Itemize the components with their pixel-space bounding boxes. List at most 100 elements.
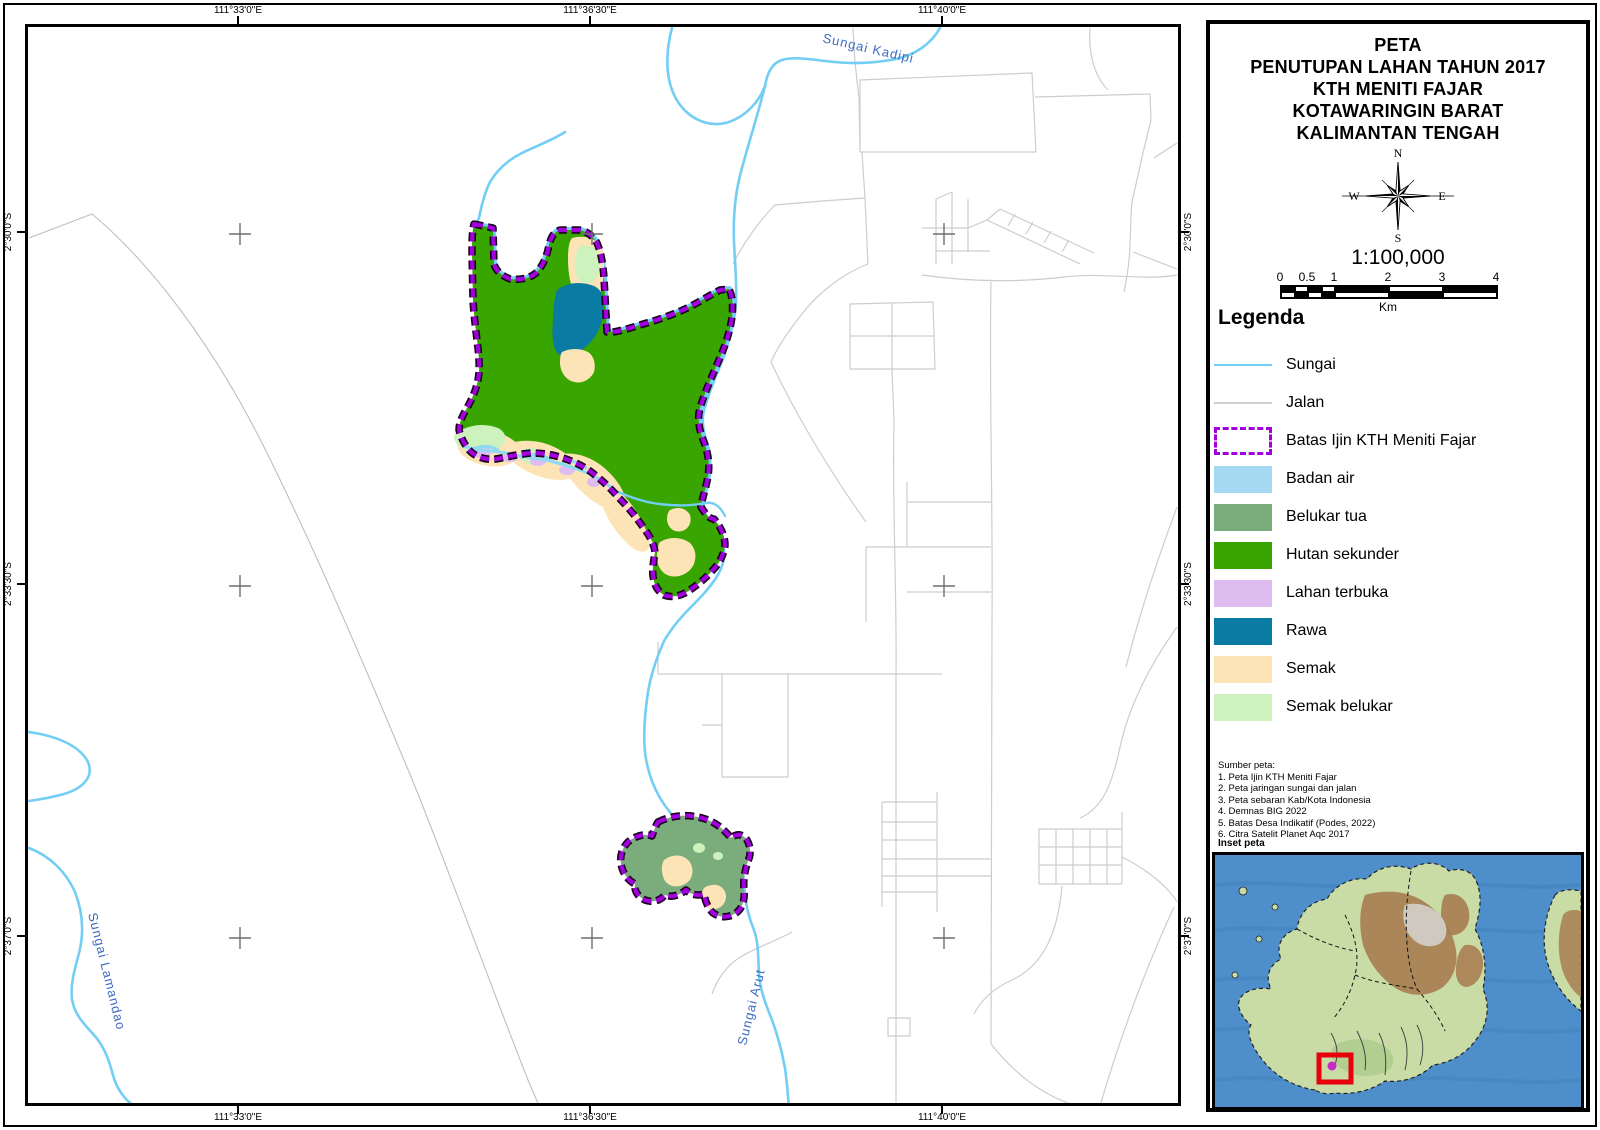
legend-label: Lahan terbuka — [1286, 584, 1388, 602]
river-north — [667, 28, 765, 124]
main-map-frame: Sungai Kadipi Sungai Lamandao Sungai Aru… — [25, 24, 1181, 1106]
legend-line — [1214, 364, 1272, 366]
inset-heading: Inset peta — [1218, 838, 1265, 849]
graticule-tick — [17, 231, 25, 233]
dashed-outline-icon — [1214, 427, 1272, 455]
legend-swatch — [1214, 694, 1272, 721]
sources-item: 4. Demnas BIG 2022 — [1218, 806, 1375, 818]
graticule-tick — [17, 935, 25, 937]
legend-row: Jalan — [1214, 384, 1582, 422]
legend-dashed-outline — [1214, 427, 1272, 455]
legend-label: Batas Ijin KTH Meniti Fajar — [1286, 432, 1476, 450]
river-lamandao-bend — [29, 732, 90, 801]
graticule-x-label: 111°33'0"E — [168, 5, 308, 16]
scale-bar-cell — [1295, 292, 1309, 298]
map-title-line: PETA — [1210, 34, 1586, 56]
map-title-line: KALIMANTAN TENGAH — [1210, 122, 1586, 144]
scale-bar-unit: Km — [1280, 300, 1496, 314]
inset-kth-dot — [1328, 1062, 1337, 1071]
scale-bar-label: 4 — [1493, 270, 1500, 284]
scale-bar-graphic — [1280, 285, 1498, 299]
graticule-tick — [1181, 583, 1189, 585]
scale-bar-cell — [1322, 292, 1336, 298]
graticule-y-label: 2°37'0"S — [3, 901, 17, 971]
fill-icon — [1214, 504, 1272, 531]
fill-icon — [1214, 466, 1272, 493]
graticule-y-label: 2°33'30"S — [3, 549, 17, 619]
legend-line — [1214, 402, 1272, 404]
legend-row: Hutan sekunder — [1214, 536, 1582, 574]
river-lamandao — [29, 848, 138, 1103]
legend-label: Jalan — [1286, 394, 1324, 412]
map-layout-page: Sungai Kadipi Sungai Lamandao Sungai Aru… — [0, 0, 1600, 1130]
legend-label: Hutan sekunder — [1286, 546, 1399, 564]
fill-icon — [1214, 580, 1272, 607]
compass-e-label: E — [1438, 189, 1445, 203]
scale-bar-row — [1281, 292, 1497, 298]
legend-swatch — [1214, 580, 1272, 607]
graticule-tick — [17, 583, 25, 585]
legend-swatch — [1214, 504, 1272, 531]
river-label-kadipi: Sungai Kadipi — [821, 30, 915, 66]
legend-swatch — [1214, 466, 1272, 493]
info-panel: PETAPENUTUPAN LAHAN TAHUN 2017KTH MENITI… — [1206, 20, 1590, 1112]
graticule-tick — [1181, 231, 1189, 233]
graticule-tick — [589, 1106, 591, 1114]
scale-bar-label: 0 — [1277, 270, 1284, 284]
inset-map-canvas — [1215, 855, 1581, 1107]
map-title-line: KOTAWARINGIN BARAT — [1210, 100, 1586, 122]
graticule-tick — [941, 1106, 943, 1114]
rivers-layer — [29, 28, 940, 1103]
legend-heading: Legenda — [1218, 306, 1304, 330]
scale-bar-cell — [1281, 292, 1295, 298]
graticule-tick — [237, 1106, 239, 1114]
fill-icon — [1214, 542, 1272, 569]
graticule-tick — [1181, 935, 1189, 937]
legend-row: Belukar tua — [1214, 498, 1582, 536]
compass-w-label: W — [1348, 189, 1360, 203]
compass-s-label: S — [1395, 231, 1402, 245]
legend-label: Belukar tua — [1286, 508, 1367, 526]
legend-label: Sungai — [1286, 356, 1336, 374]
graticule-x-label: 111°40'0"E — [872, 5, 1012, 16]
graticule-tick — [941, 16, 943, 24]
river-line-icon — [1214, 364, 1272, 366]
scale-bar: 00.51234 Km — [1280, 270, 1496, 314]
scale-bar-cell — [1335, 292, 1389, 298]
sources-item: 3. Peta sebaran Kab/Kota Indonesia — [1218, 795, 1375, 807]
graticule-tick — [589, 16, 591, 24]
scale-bar-label: 1 — [1331, 270, 1338, 284]
graticule-y-label: 2°30'0"S — [3, 197, 17, 267]
sources-item: 1. Peta Ijin KTH Meniti Fajar — [1218, 772, 1375, 784]
scale-bar-labels: 00.51234 — [1280, 270, 1496, 285]
sources-heading: Sumber peta: — [1218, 760, 1375, 772]
legend-row: Semak — [1214, 650, 1582, 688]
map-title-line: PENUTUPAN LAHAN TAHUN 2017 — [1210, 56, 1586, 78]
map-sources: Sumber peta:1. Peta Ijin KTH Meniti Faja… — [1218, 760, 1375, 841]
river-label-lamandao: Sungai Lamandao — [85, 911, 129, 1032]
main-map-canvas: Sungai Kadipi Sungai Lamandao Sungai Aru… — [28, 27, 1178, 1103]
legend-swatch — [1214, 656, 1272, 683]
legend-row: Rawa — [1214, 612, 1582, 650]
legend-label: Semak belukar — [1286, 698, 1393, 716]
compass-n-label: N — [1394, 146, 1403, 160]
legend-row: Sungai — [1214, 346, 1582, 384]
sources-item: 5. Batas Desa Indikatif (Podes, 2022) — [1218, 818, 1375, 830]
map-title: PETAPENUTUPAN LAHAN TAHUN 2017KTH MENITI… — [1210, 34, 1586, 144]
scale-bar-label: 0.5 — [1299, 270, 1316, 284]
fill-icon — [1214, 618, 1272, 645]
scale-bar-cell — [1389, 292, 1443, 298]
legend-label: Semak — [1286, 660, 1336, 678]
legend-label: Badan air — [1286, 470, 1355, 488]
graticule-tick — [237, 16, 239, 24]
river-label-arut: Sungai Arut — [734, 967, 767, 1047]
sources-item: 2. Peta jaringan sungai dan jalan — [1218, 783, 1375, 795]
map-title-line: KTH MENITI FAJAR — [1210, 78, 1586, 100]
inset-map — [1212, 852, 1584, 1110]
fill-icon — [1214, 694, 1272, 721]
compass-rose-icon: N E S W — [1336, 146, 1460, 246]
legend-swatch — [1214, 618, 1272, 645]
scale-bar-cell — [1443, 292, 1497, 298]
legend-label: Rawa — [1286, 622, 1327, 640]
road-line-icon — [1214, 402, 1272, 404]
